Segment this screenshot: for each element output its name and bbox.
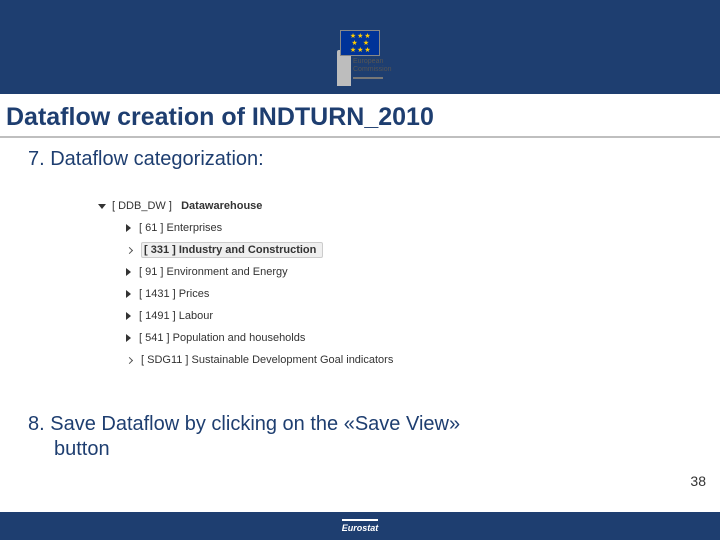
- tree-root-code: [ DDB_DW ]: [112, 200, 172, 212]
- tree-item-content: [ 1491 ] Labour: [139, 310, 213, 322]
- tree-item-label: Prices: [179, 288, 210, 300]
- page-title: Dataflow creation of INDTURN_2010: [0, 103, 720, 138]
- tree-item-content: [ 331 ] Industry and Construction: [141, 242, 323, 258]
- tree-item-code: [ 1491 ]: [139, 310, 179, 322]
- tree-item-content: [ 541 ] Population and households: [139, 332, 305, 344]
- tree-item-content: [ SDG11 ] Sustainable Development Goal i…: [141, 354, 393, 366]
- eu-flag-icon: ★ ★ ★★ ★★ ★ ★: [340, 30, 380, 56]
- chevron-right-icon: [126, 356, 133, 363]
- chevron-down-icon: [98, 204, 106, 209]
- tree-item-label: Population and households: [173, 332, 306, 344]
- tree-item-code: [ 541 ]: [139, 332, 173, 344]
- tree-item-content: [ 61 ] Enterprises: [139, 222, 222, 234]
- tree-item-label: Industry and Construction: [179, 244, 317, 256]
- tree-root-label: Datawarehouse: [181, 200, 262, 212]
- tree-item-code: [ 61 ]: [139, 222, 167, 234]
- chevron-right-icon: [126, 334, 131, 342]
- logo-line1: European: [353, 58, 383, 65]
- tree-item[interactable]: [ 91 ] Environment and Energy: [98, 261, 720, 283]
- tree-root[interactable]: [ DDB_DW ] Datawarehouse: [98, 195, 720, 217]
- tree-item[interactable]: [ 61 ] Enterprises: [98, 217, 720, 239]
- tree-item-label: Enterprises: [167, 222, 223, 234]
- chevron-right-icon: [126, 246, 133, 253]
- header-band: ★ ★ ★★ ★★ ★ ★ European Commission: [0, 0, 720, 94]
- tree-item[interactable]: [ 1491 ] Labour: [98, 305, 720, 327]
- chevron-right-icon: [126, 290, 131, 298]
- tree-item-code: [ 1431 ]: [139, 288, 179, 300]
- chevron-right-icon: [126, 268, 131, 276]
- chevron-right-icon: [126, 224, 131, 232]
- logo-underline: [353, 77, 383, 79]
- tree-item-code: [ 331 ]: [144, 244, 179, 256]
- chevron-right-icon: [126, 312, 131, 320]
- step-8-heading: 8. Save Dataflow by clicking on the «Sav…: [28, 412, 680, 462]
- tree-item[interactable]: [ SDG11 ] Sustainable Development Goal i…: [98, 349, 720, 371]
- footer-label: Eurostat: [342, 519, 379, 533]
- tree-item-label: Sustainable Development Goal indicators: [192, 354, 394, 366]
- tree-item-label: Labour: [179, 310, 213, 322]
- tree-item-label: Environment and Energy: [167, 266, 288, 278]
- page-number: 38: [690, 473, 706, 489]
- tree-item[interactable]: [ 541 ] Population and households: [98, 327, 720, 349]
- tree-item[interactable]: [ 331 ] Industry and Construction: [98, 239, 720, 261]
- tree-item-code: [ SDG11 ]: [141, 354, 192, 366]
- ec-logo: ★ ★ ★★ ★★ ★ ★ European Commission: [325, 30, 395, 79]
- step8-line1: 8. Save Dataflow by clicking on the «Sav…: [28, 413, 460, 435]
- tree-item-code: [ 91 ]: [139, 266, 167, 278]
- category-tree: [ DDB_DW ] Datawarehouse [ 61 ] Enterpri…: [98, 195, 720, 371]
- step-7-heading: 7. Dataflow categorization:: [28, 148, 720, 171]
- tree-item-content: [ 91 ] Environment and Energy: [139, 266, 288, 278]
- footer-band: Eurostat: [0, 512, 720, 540]
- logo-line2: Commission: [353, 66, 392, 73]
- step8-line2: button: [28, 437, 680, 462]
- tree-item[interactable]: [ 1431 ] Prices: [98, 283, 720, 305]
- tree-item-content: [ 1431 ] Prices: [139, 288, 209, 300]
